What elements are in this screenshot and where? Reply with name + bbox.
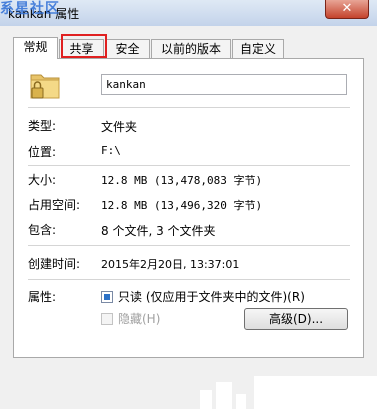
title-bar: kankan 属性 系星社区 ✕ xyxy=(0,0,377,27)
close-button[interactable]: ✕ xyxy=(325,0,369,19)
size-on-disk-label: 占用空间: xyxy=(28,198,81,212)
type-label: 类型: xyxy=(28,119,57,133)
redacted-block xyxy=(254,376,377,409)
location-label: 位置: xyxy=(28,145,57,159)
properties-dialog: 常规 共享 安全 以前的版本 自定义 kankan 类型: 文件夹 位置: F:… xyxy=(0,26,377,409)
tab-customize[interactable]: 自定义 xyxy=(232,39,284,58)
sharing-tab-highlight xyxy=(61,34,107,58)
redacted-block xyxy=(236,394,246,409)
redacted-block xyxy=(200,390,212,409)
attributes-label: 属性: xyxy=(28,290,57,304)
created-value: 2015年2月20日, 13:37:01 xyxy=(101,258,240,271)
divider xyxy=(28,245,350,246)
hidden-label[interactable]: 隐藏(H) xyxy=(118,310,160,327)
tab-security[interactable]: 安全 xyxy=(105,39,150,58)
divider xyxy=(28,107,350,108)
size-label: 大小: xyxy=(28,173,57,187)
advanced-button[interactable]: 高级(D)... xyxy=(244,308,348,330)
size-on-disk-value: 12.8 MB (13,496,320 字节) xyxy=(101,199,263,212)
general-tab-panel: kankan 类型: 文件夹 位置: F:\ 大小: 12.8 MB (13,4… xyxy=(13,58,364,358)
locked-folder-icon xyxy=(30,74,60,99)
readonly-label[interactable]: 只读 (仅应用于文件夹中的文件)(R) xyxy=(118,288,305,305)
watermark-text: 系星社区 xyxy=(0,1,60,17)
contains-value: 8 个文件, 3 个文件夹 xyxy=(101,224,216,238)
contains-label: 包含: xyxy=(28,223,57,237)
size-value: 12.8 MB (13,478,083 字节) xyxy=(101,174,263,187)
tab-previous-versions[interactable]: 以前的版本 xyxy=(151,39,231,58)
dialog-footer xyxy=(0,360,377,409)
divider xyxy=(28,165,350,166)
created-label: 创建时间: xyxy=(28,257,81,271)
type-value: 文件夹 xyxy=(101,120,138,134)
location-value: F:\ xyxy=(101,144,121,157)
hidden-checkbox[interactable] xyxy=(101,313,113,325)
redacted-block xyxy=(216,382,232,409)
readonly-checkbox[interactable] xyxy=(101,291,113,303)
tab-general[interactable]: 常规 xyxy=(13,37,58,59)
folder-name-input[interactable]: kankan xyxy=(101,74,347,95)
divider xyxy=(28,279,350,280)
